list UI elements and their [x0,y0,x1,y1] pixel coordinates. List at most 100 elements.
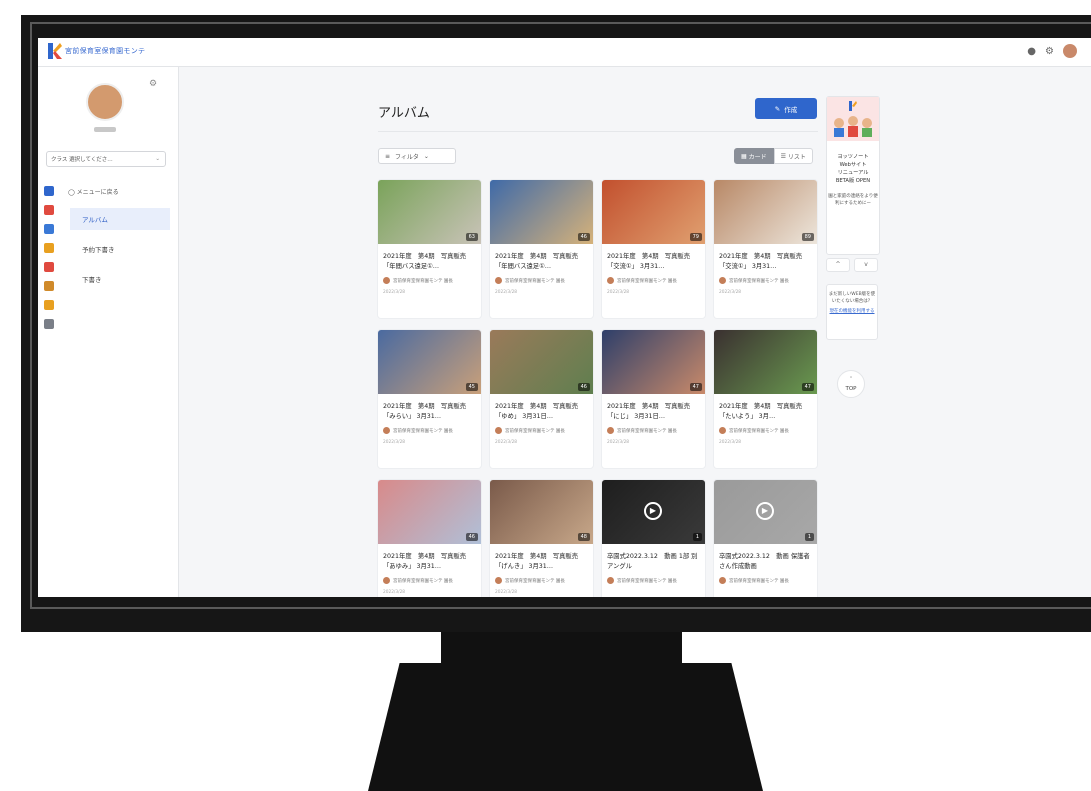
author-avatar [719,577,726,584]
sidebar-item-scheduled-drafts[interactable]: 予約下書き [70,238,170,260]
album-card[interactable]: 46 2021年度 第4期 写真販売「ゆめ」 3月31日… 宮前保育室保育園モンテ … [490,330,593,468]
album-date: 2022/3/28 [719,290,742,295]
profile-avatar[interactable] [86,83,124,121]
play-icon[interactable]: ▶ [756,502,774,520]
checklist-icon[interactable] [44,224,54,234]
album-author: 宮前保育室保育園モンテ 園長 [607,577,700,584]
author-name: 宮前保育室保育園モンテ 園長 [505,578,565,584]
album-author: 宮前保育室保育園モンテ 園長 [495,277,588,284]
album-title: 卒園式2022.3.12 動画 1部 別アングル [607,553,698,570]
list-view-button[interactable]: ☰ リスト [773,148,813,164]
star-icon[interactable] [44,243,54,253]
banner-text: ヨッツノート Webサイト リニューアル BETA版 OPEN [827,153,879,185]
play-icon[interactable]: ▶ [644,502,662,520]
banner-prev-button[interactable]: ^ [826,258,850,272]
filter-label: フィルタ [395,153,419,161]
album-thumbnail[interactable]: 47 [714,330,817,394]
settings-icon[interactable] [44,319,54,329]
album-author: 宮前保育室保育園モンテ 園長 [495,577,588,584]
album-thumbnail[interactable]: 79 [602,180,705,244]
album-author: 宮前保育室保育園モンテ 園長 [383,427,476,434]
top-icons: ● ⚙ [1027,44,1077,58]
album-card[interactable]: 89 2021年度 第4期 写真販売「交流①」 3月31… 宮前保育室保育園モンテ … [714,180,817,318]
home-icon[interactable] [44,300,54,310]
album-card[interactable]: 46 2021年度 第4期 写真販売「年間バス遠足①… 宮前保育室保育園モンテ 園長… [490,180,593,318]
album-title: 2021年度 第4期 写真販売「たいよう」 3月… [719,403,803,420]
yen-icon[interactable] [44,281,54,291]
author-avatar [607,577,614,584]
date-icon[interactable] [44,262,54,272]
filter-dropdown[interactable]: ≡ フィルタ ⌄ [378,148,456,164]
card-view-button[interactable]: ▦ カード [734,148,774,164]
album-thumbnail[interactable]: 89 [714,180,817,244]
album-card[interactable]: 46 2021年度 第4期 写真販売「あゆみ」 3月31… 宮前保育室保育園モンテ … [378,480,481,597]
album-thumbnail[interactable]: 46 [490,330,593,394]
album-card[interactable]: 79 2021年度 第4期 写真販売「交流①」 3月31… 宮前保育室保育園モンテ … [602,180,705,318]
filter-icon: ≡ [385,152,391,160]
user-name-placeholder [94,127,116,132]
legacy-help-box: まだ新しいWEB版を使いたくない場合は？ 現在の機能を利用する [826,284,878,340]
album-title: 2021年度 第4期 写真販売「みらい」 3月31… [383,403,467,420]
album-author: 宮前保育室保育園モンテ 園長 [719,577,812,584]
album-date: 2022/3/28 [495,590,518,595]
album-card[interactable]: 48 2021年度 第4期 写真販売「げんき」 3月31… 宮前保育室保育園モンテ … [490,480,593,597]
album-thumbnail[interactable]: 63 [378,180,481,244]
album-thumbnail[interactable]: 46 [490,180,593,244]
album-author: 宮前保育室保育園モンテ 園長 [383,577,476,584]
album-card[interactable]: ▶ 1 卒園式2022.3.12 動画 1部 別アングル宮前保育室保育園モンテ 園長 [602,480,705,597]
album-card[interactable]: ▶ 1 卒園式2022.3.12 動画 保護者さん作成動画 宮前保育室保育園モンテ 園… [714,480,817,597]
photo-count-badge: 63 [465,233,478,241]
sidebar-item-album[interactable]: アルバム [70,208,170,230]
list-view-label: リスト [787,153,806,161]
profile-settings-icon[interactable]: ⚙ [149,79,157,89]
photo-count-badge: 46 [465,533,478,541]
calendar-icon[interactable] [44,205,54,215]
create-button[interactable]: ✎ 作成 [755,98,817,119]
banner-next-button[interactable]: v [854,258,878,272]
class-select[interactable]: クラス 選択してくださ… ⌄ [46,151,166,167]
banner-arrows: ^ v [826,258,878,272]
album-title: 2021年度 第4期 写真販売「あゆみ」 3月31… [383,553,467,570]
icon-rail [38,177,60,329]
user-avatar[interactable] [1063,44,1077,58]
album-card[interactable]: 63 2021年度 第4期 写真販売「年間バス遠足①… 宮前保育室保育園モンテ 園長… [378,180,481,318]
chevron-down-icon: ⌄ [423,152,429,160]
author-name: 宮前保育室保育園モンテ 園長 [729,578,789,584]
left-panel: ⚙ クラス 選択してくださ… ⌄ ◯ メニューに戻る アルバム 予約下書き 下書… [38,67,179,597]
author-avatar [607,277,614,284]
album-date: 2022/3/28 [383,590,406,595]
author-name: 宮前保育室保育園モンテ 園長 [393,278,453,284]
scroll-top-button[interactable]: ˆ TOP [837,370,865,398]
album-thumbnail[interactable]: ▶ 1 [602,480,705,544]
sidebar-item-drafts[interactable]: 下書き [70,268,170,290]
album-thumbnail[interactable]: 48 [490,480,593,544]
gear-icon[interactable]: ⚙ [1045,46,1054,57]
promo-banner[interactable]: ヨッツノート Webサイト リニューアル BETA版 OPEN 園と家庭の連絡を… [826,96,880,255]
banner-line: リニューアル [837,170,869,176]
author-name: 宮前保育室保育園モンテ 園長 [505,428,565,434]
brand-name[interactable]: 宮前保育室保育園モンテ [65,46,145,56]
sidebar-item-label: 予約下書き [82,246,115,254]
app-logo-icon[interactable] [48,43,62,59]
album-thumbnail[interactable]: 46 [378,480,481,544]
menu-back-link[interactable]: ◯ メニューに戻る [68,187,119,196]
monitor-stand [368,663,763,791]
album-author: 宮前保育室保育園モンテ 園長 [607,427,700,434]
album-title: 2021年度 第4期 写真販売「にじ」 3月31日… [607,403,691,420]
main-content: アルバム ✎ 作成 ≡ フィルタ ⌄ ▦ カード ☰ リスト 63 2021年度 … [178,67,1091,597]
album-thumbnail[interactable]: 47 [602,330,705,394]
pencil-icon: ✎ [774,104,781,113]
album-date: 2022/3/28 [383,440,406,445]
author-name: 宮前保育室保育園モンテ 園長 [617,428,677,434]
album-thumbnail[interactable]: 45 [378,330,481,394]
bell-icon[interactable]: ● [1027,46,1036,57]
legacy-version-link[interactable]: 現在の機能を利用する [827,308,877,315]
album-card[interactable]: 45 2021年度 第4期 写真販売「みらい」 3月31… 宮前保育室保育園モンテ … [378,330,481,468]
album-card[interactable]: 47 2021年度 第4期 写真販売「たいよう」 3月… 宮前保育室保育園モンテ 園… [714,330,817,468]
photo-count-badge: 45 [465,383,478,391]
k-logo-icon[interactable] [44,186,54,196]
banner-line: BETA版 OPEN [835,178,871,184]
album-card[interactable]: 47 2021年度 第4期 写真販売「にじ」 3月31日… 宮前保育室保育園モンテ … [602,330,705,468]
author-avatar [607,427,614,434]
album-thumbnail[interactable]: ▶ 1 [714,480,817,544]
